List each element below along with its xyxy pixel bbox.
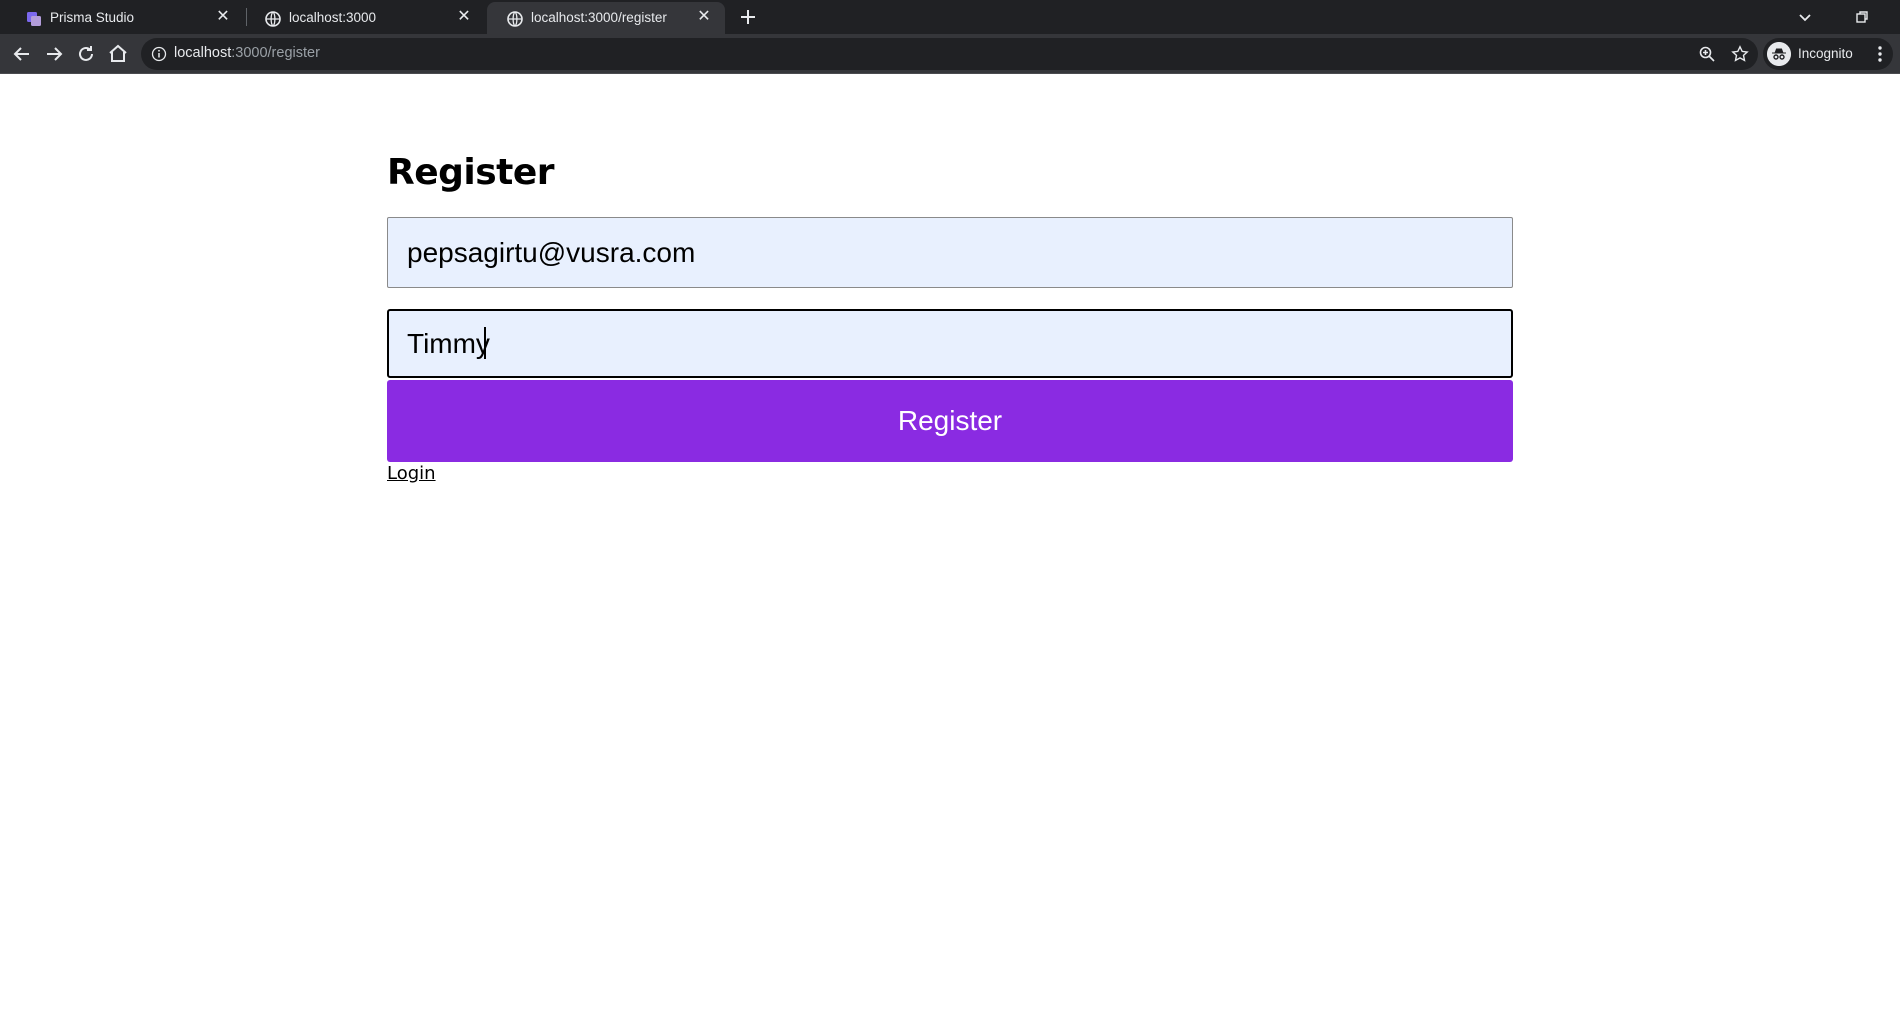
address-bar[interactable]: localhost:3000/register	[141, 38, 1758, 70]
tab-prisma-studio[interactable]: Prisma Studio ✕	[6, 2, 244, 34]
tab-localhost[interactable]: localhost:3000 ✕	[245, 2, 485, 34]
tab-title: Prisma Studio	[50, 10, 135, 25]
url-text[interactable]: localhost:3000/register	[174, 45, 320, 61]
bookmark-star-icon[interactable]	[1731, 45, 1749, 63]
back-arrow-icon[interactable]	[10, 42, 34, 66]
info-icon[interactable]	[151, 46, 167, 62]
tab-strip: Prisma Studio ✕ localhost:3000 ✕ localho…	[0, 0, 1900, 34]
url-host: localhost	[174, 45, 232, 61]
home-icon[interactable]	[106, 42, 130, 66]
tab-register[interactable]: localhost:3000/register ✕	[487, 2, 725, 34]
more-menu-icon[interactable]	[1868, 42, 1892, 66]
forward-arrow-icon[interactable]	[42, 42, 66, 66]
new-tab-icon[interactable]	[736, 5, 760, 29]
url-path: :3000/register	[231, 45, 320, 61]
zoom-icon[interactable]	[1698, 45, 1716, 63]
register-button[interactable]: Register	[387, 380, 1513, 462]
globe-icon	[507, 11, 523, 27]
chevron-down-icon[interactable]	[1795, 7, 1815, 27]
tab-title: localhost:3000	[289, 10, 377, 25]
name-field[interactable]	[387, 309, 1513, 378]
reload-icon[interactable]	[74, 42, 98, 66]
text-caret	[484, 327, 486, 359]
globe-icon	[265, 11, 281, 27]
browser-toolbar: localhost:3000/register Incognito	[0, 34, 1900, 74]
prisma-icon	[27, 12, 41, 26]
close-icon[interactable]: ✕	[695, 8, 713, 26]
page-content: Register Register Login	[0, 74, 1900, 1026]
incognito-icon	[1767, 42, 1791, 66]
restore-window-icon[interactable]	[1852, 7, 1872, 27]
profile-label: Incognito	[1798, 46, 1853, 61]
login-link[interactable]: Login	[387, 463, 436, 484]
tab-title: localhost:3000/register	[531, 10, 667, 25]
email-field[interactable]	[387, 217, 1513, 288]
close-icon[interactable]: ✕	[455, 8, 473, 26]
page-title: Register	[387, 152, 555, 193]
close-icon[interactable]: ✕	[214, 8, 232, 26]
